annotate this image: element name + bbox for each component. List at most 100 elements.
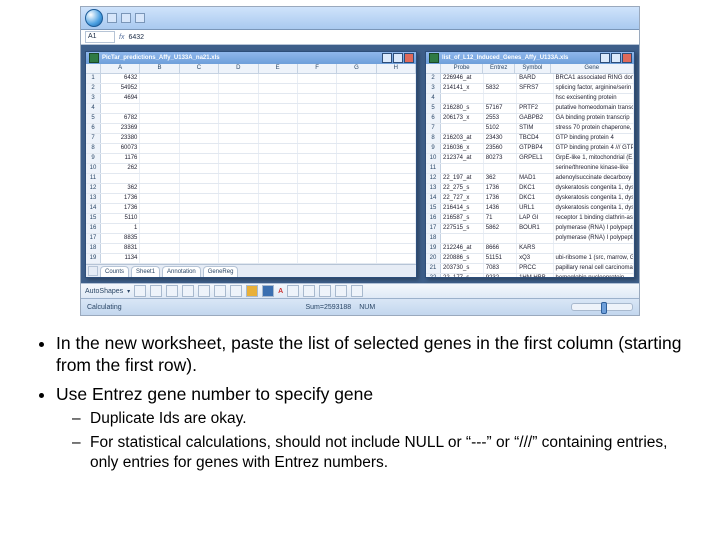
col-header[interactable]: Probe (441, 64, 483, 73)
table-row[interactable]: 131736 (86, 194, 416, 204)
row-header[interactable]: 18 (426, 234, 441, 243)
col-header[interactable]: Symbol (515, 64, 550, 73)
table-row[interactable]: 2222_177_s92321HM HBBhemoglobin nucleopr… (426, 274, 634, 278)
diagram-tool-icon[interactable] (230, 285, 242, 297)
table-row[interactable]: 860073 (86, 144, 416, 154)
table-row[interactable]: 155110 (86, 214, 416, 224)
tab-nav-icon[interactable] (88, 266, 98, 276)
office-orb-icon[interactable] (85, 9, 103, 27)
row-header[interactable]: 2 (86, 84, 101, 93)
table-row[interactable]: 2226946_atBARDBRCA1 associated RING dom (426, 74, 634, 84)
fill-color-icon[interactable] (246, 285, 258, 297)
table-row[interactable]: 20220886_s51151xQ3ubi-ribsome 1 (src, ma… (426, 254, 634, 264)
minimize-icon[interactable] (382, 53, 392, 63)
row-header[interactable]: 17 (86, 234, 101, 243)
col-header[interactable]: Entrez (483, 64, 515, 73)
table-row[interactable]: 4 (86, 104, 416, 114)
name-box[interactable]: A1 (85, 31, 115, 43)
row-header[interactable]: 9 (86, 154, 101, 163)
row-header[interactable]: 11 (426, 164, 441, 173)
table-row[interactable]: 11serine/threonine kinase-like (426, 164, 634, 174)
row-header[interactable]: 8 (86, 144, 101, 153)
table-row[interactable]: 9216036_x23560GTPBP4GTP binding protein … (426, 144, 634, 154)
workbook-titlebar[interactable]: PicTar_predictions_Affy_U133A_na21.xls (86, 52, 416, 64)
row-header[interactable]: 19 (426, 244, 441, 253)
table-row[interactable]: 75102STIMstress 70 protein chaperone, m (426, 124, 634, 134)
line-color-icon[interactable] (262, 285, 274, 297)
table-row[interactable]: 3214141_x5832SFRS7splicing factor, argin… (426, 84, 634, 94)
table-row[interactable]: 11 (86, 174, 416, 184)
minimize-icon[interactable] (600, 53, 610, 63)
table-row[interactable]: 623369 (86, 124, 416, 134)
row-header[interactable]: 22 (426, 274, 441, 278)
table-row[interactable]: 16432 (86, 74, 416, 84)
row-header[interactable]: 4 (426, 94, 441, 103)
row-header[interactable]: 9 (426, 144, 441, 153)
close-icon[interactable] (622, 53, 632, 63)
row-header[interactable]: 19 (86, 254, 101, 263)
table-row[interactable]: 191134 (86, 254, 416, 264)
row-header[interactable]: 7 (86, 134, 101, 143)
sheet-tab[interactable]: Annotation (162, 266, 201, 277)
close-icon[interactable] (404, 53, 414, 63)
row-header[interactable]: 3 (86, 94, 101, 103)
table-row[interactable]: 188831 (86, 244, 416, 254)
table-row[interactable]: 34694 (86, 94, 416, 104)
row-header[interactable]: 10 (86, 164, 101, 173)
grid-body[interactable]: 1643225495234694456782623369723380860073… (86, 74, 416, 278)
col-header[interactable]: A (101, 64, 140, 73)
sheet-tab[interactable]: GeneReg (203, 266, 239, 277)
row-header[interactable]: 3 (426, 84, 441, 93)
quick-access-tool[interactable] (107, 13, 117, 23)
arrow-tool-icon[interactable] (150, 285, 162, 297)
row-header[interactable]: 5 (86, 114, 101, 123)
row-header[interactable]: 18 (86, 244, 101, 253)
row-header[interactable]: 2 (426, 74, 441, 83)
wordart-tool-icon[interactable] (214, 285, 226, 297)
row-header[interactable]: 4 (86, 104, 101, 113)
dash-style-icon[interactable] (303, 285, 315, 297)
table-row[interactable]: 6206173_x2553GABPB2GA binding protein tr… (426, 114, 634, 124)
line-style-icon[interactable] (287, 285, 299, 297)
table-row[interactable]: 91176 (86, 154, 416, 164)
col-header[interactable]: D (219, 64, 258, 73)
table-row[interactable]: 161 (86, 224, 416, 234)
line-tool-icon[interactable] (134, 285, 146, 297)
table-row[interactable]: 1422_727_x1736DKC1dyskeratosis congenita… (426, 194, 634, 204)
table-row[interactable]: 141736 (86, 204, 416, 214)
row-header[interactable]: 21 (426, 264, 441, 273)
table-row[interactable]: 5216280_s57167PRTF2putative homeodomain … (426, 104, 634, 114)
select-all-corner[interactable] (86, 64, 101, 73)
quick-access-tool[interactable] (121, 13, 131, 23)
row-header[interactable]: 17 (426, 224, 441, 233)
arrows-style-icon[interactable] (319, 285, 331, 297)
row-header[interactable]: 14 (86, 204, 101, 213)
workbook-induced-genes[interactable]: list_of_L12_Induced_Genes_Affy_U133A.xls… (425, 51, 635, 278)
table-row[interactable]: 21203730_s7083PRCCpapillary renal cell c… (426, 264, 634, 274)
table-row[interactable]: 10212374_at80273GRPEL1GrpE-like 1, mitoc… (426, 154, 634, 164)
table-row[interactable]: 56782 (86, 114, 416, 124)
row-header[interactable]: 13 (86, 194, 101, 203)
sheet-tab[interactable]: Counts (100, 266, 129, 277)
row-header[interactable]: 6 (86, 124, 101, 133)
sheet-tab[interactable]: Sheet1 (131, 266, 160, 277)
fx-icon[interactable]: fx (119, 34, 124, 41)
rectangle-tool-icon[interactable] (166, 285, 178, 297)
col-header[interactable]: E (259, 64, 298, 73)
3d-icon[interactable] (351, 285, 363, 297)
row-header[interactable]: 16 (426, 214, 441, 223)
workbook-titlebar[interactable]: list_of_L12_Induced_Genes_Affy_U133A.xls (426, 52, 634, 64)
row-header[interactable]: 10 (426, 154, 441, 163)
table-row[interactable]: 178835 (86, 234, 416, 244)
formula-value[interactable]: 6432 (128, 34, 144, 41)
quick-access-tool[interactable] (135, 13, 145, 23)
table-row[interactable]: 4hsc excisenting protein (426, 94, 634, 104)
row-header[interactable]: 13 (426, 184, 441, 193)
select-all-corner[interactable] (426, 64, 441, 73)
workbook-predictions[interactable]: PicTar_predictions_Affy_U133A_na21.xls A… (85, 51, 417, 278)
row-header[interactable]: 1 (86, 74, 101, 83)
row-header[interactable]: 12 (86, 184, 101, 193)
maximize-icon[interactable] (611, 53, 621, 63)
row-header[interactable]: 6 (426, 114, 441, 123)
col-header[interactable]: C (180, 64, 219, 73)
